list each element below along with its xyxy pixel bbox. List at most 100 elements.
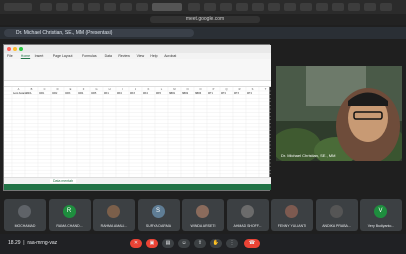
captions-icon: ▤ [165,240,171,246]
camera-off-icon: ▣ [149,240,155,246]
ribbon-tab[interactable]: View [137,54,145,58]
browser-tab[interactable] [236,3,248,11]
column-header[interactable]: J [135,87,137,91]
browser-tab[interactable] [316,3,328,11]
present-button[interactable]: ⇧ [194,239,206,248]
browser-tab[interactable] [300,3,312,11]
column-header[interactable]: D [57,87,59,91]
participant-name: MOCHAMAD [14,224,36,228]
avatar: R [62,205,76,218]
column-header[interactable]: N [187,87,189,91]
participant-name: Very Budiyanto... [367,224,395,228]
column-header[interactable]: H [109,87,111,91]
avatar [107,205,120,218]
more-icon: ⋮ [229,240,235,246]
browser-tab[interactable] [72,3,84,11]
browser-tab[interactable] [380,3,392,11]
participant-tile[interactable]: WINDA ARSETI [182,199,224,231]
meeting-controls: 18.29 | raa-mrng-vaz ✕ ▣ ▤ ☺ ⇧ ✋ ⋮ ☎ [0,234,406,254]
column-header[interactable]: S [252,87,254,91]
column-header[interactable]: A [18,87,20,91]
url-field[interactable]: meet.google.com [150,16,260,23]
avatar [329,205,343,218]
column-header[interactable]: M [173,87,175,91]
participant-tile[interactable]: S SURYA DARMA [137,199,180,231]
video-frame [276,66,402,161]
sheet-tab-active[interactable]: Data mentah [50,179,77,183]
browser-tab[interactable] [188,3,200,11]
participant-tile[interactable]: V Very Budiyanto... [360,199,402,231]
ribbon-tab[interactable]: Review [118,54,129,58]
column-header[interactable]: T [265,87,267,91]
participant-name: FENNY YULIANTI [277,224,307,228]
presentation-bar: Dr. Michael Christian, SE., MM (Presenta… [0,27,406,39]
browser-tab[interactable] [4,3,32,11]
ribbon-tab[interactable]: Home [21,54,30,58]
participant-tile[interactable]: RAHMA AMALI... [93,199,135,231]
browser-tab[interactable] [268,3,280,11]
ribbon-tab[interactable]: File [7,54,13,58]
browser-tab[interactable] [348,3,360,11]
participant-tile[interactable]: FENNY YULIANTI [271,199,313,231]
meeting-time-code: 18.29 | raa-mrng-vaz [8,240,58,246]
column-header[interactable]: K [148,87,150,91]
shared-screen-excel: File Home Insert Page Layout Formulas Data Rev… [3,44,271,191]
ribbon-tab[interactable]: Insert [35,54,44,58]
presenting-label[interactable]: Dr. Michael Christian, SE., MM (Presenta… [4,29,194,37]
browser-tab[interactable] [136,3,148,11]
column-header[interactable]: Q [225,87,227,91]
column-header[interactable]: O [199,87,201,91]
header-cell[interactable]: USIA [26,92,32,95]
address-bar: meet.google.com [0,14,406,25]
column-header[interactable]: R [239,87,241,91]
column-header[interactable]: I [122,87,123,91]
browser-tab[interactable] [284,3,296,11]
browser-tab[interactable] [204,3,216,11]
leave-call-button[interactable]: ☎ [244,239,260,248]
more-options-button[interactable]: ⋮ [226,239,238,248]
mic-off-icon: ✕ [133,240,139,246]
participant-name: RAMA CHAND... [56,224,83,228]
avatar: V [374,205,387,218]
ribbon-tab[interactable]: Page Layout [53,54,73,58]
column-header[interactable]: C [44,87,46,91]
participant-tile[interactable]: ANDIKA PRABA... [315,199,358,231]
participant-tile[interactable]: AHMAD SHOFF... [226,199,269,231]
column-header[interactable]: B [31,87,33,91]
raise-hand-button[interactable]: ✋ [210,239,222,248]
browser-tab-active[interactable] [152,3,182,11]
browser-tab[interactable] [104,3,116,11]
mic-off-button[interactable]: ✕ [130,239,142,248]
emoji-button[interactable]: ☺ [178,239,190,248]
participant-tile[interactable]: R RAMA CHAND... [48,199,91,231]
browser-tab[interactable] [332,3,344,11]
present-icon: ⇧ [197,240,203,246]
captions-button[interactable]: ▤ [162,239,174,248]
browser-tab[interactable] [364,3,376,11]
status-bar [4,184,271,190]
ribbon-tab[interactable]: Acrobat [164,54,176,58]
column-header[interactable]: F [83,87,85,91]
column-header[interactable]: L [161,87,163,91]
browser-tab[interactable] [40,3,52,11]
browser-tab[interactable] [252,3,264,11]
spreadsheet-grid[interactable]: A B C D E F G H I J K L M N O P Q R S T Jenis Kelamin USIA CIR… [4,87,271,177]
column-header[interactable]: E [70,87,72,91]
browser-tab[interactable] [56,3,68,11]
participant-name: ANDIKA PRABA... [322,224,351,228]
browser-tab[interactable] [88,3,100,11]
ribbon-tab[interactable]: Formulas [82,54,97,58]
participant-tile[interactable]: MOCHAMAD [4,199,46,231]
browser-tab[interactable] [120,3,132,11]
participant-name: AHMAD SHOFF... [233,224,262,228]
camera-off-button[interactable]: ▣ [146,239,158,248]
ribbon-tab[interactable]: Help [150,54,157,58]
column-header[interactable]: G [95,87,97,91]
browser-tab[interactable] [220,3,232,11]
hand-icon: ✋ [212,240,220,246]
speaker-video[interactable]: Dr. Michael Christian, SE., MM [276,66,402,161]
avatar [240,205,254,218]
avatar [285,205,298,218]
column-header[interactable]: P [213,87,215,91]
ribbon-tab[interactable]: Data [105,54,112,58]
